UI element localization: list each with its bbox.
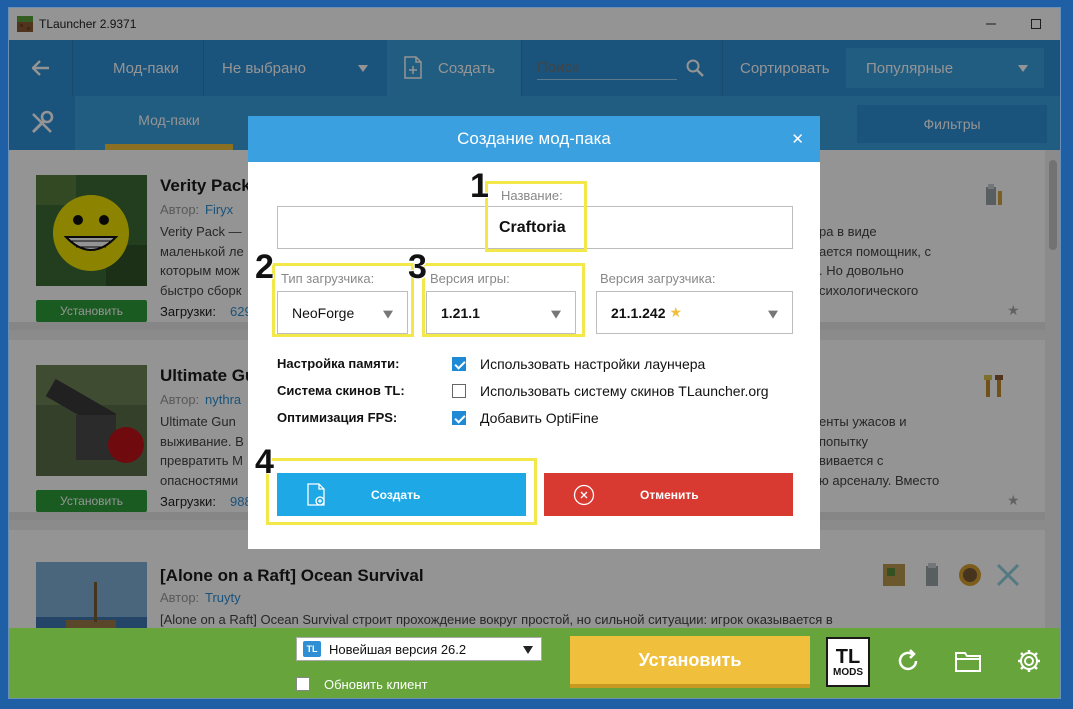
tl-mods-logo-bottom: MODS <box>833 666 863 678</box>
cancel-button[interactable]: Отменить <box>544 473 793 516</box>
install-game-button[interactable]: Установить <box>570 636 810 688</box>
cancel-circle-icon <box>573 484 595 505</box>
refresh-icon[interactable] <box>896 649 920 673</box>
update-client-checkbox[interactable] <box>296 677 310 691</box>
memory-label: Настройка памяти: <box>277 356 400 371</box>
cancel-button-label: Отменить <box>640 487 699 502</box>
gear-icon[interactable] <box>1016 648 1042 674</box>
skins-checkbox[interactable] <box>452 384 466 398</box>
fps-checkbox[interactable] <box>452 411 466 425</box>
caret-down-icon <box>768 310 778 319</box>
memory-option[interactable]: Использовать настройки лаунчера <box>480 356 705 372</box>
bottom-bar: TL Новейшая версия 26.2 Обновить клиент … <box>9 628 1060 698</box>
loader-version-value: 21.1.242 <box>611 304 666 321</box>
loader-version-label: Версия загрузчика: <box>600 271 716 286</box>
skins-label: Система скинов TL: <box>277 383 405 398</box>
highlight-game-version <box>422 263 585 337</box>
fps-label: Оптимизация FPS: <box>277 410 398 425</box>
folder-icon[interactable] <box>955 650 981 672</box>
highlight-create-button <box>266 458 537 525</box>
dialog-title: Создание мод-пака <box>248 116 820 162</box>
fps-option[interactable]: Добавить OptiFine <box>480 410 599 426</box>
highlight-name <box>485 181 587 252</box>
version-select[interactable]: TL Новейшая версия 26.2 <box>296 637 542 661</box>
tl-version-icon: TL <box>303 641 321 657</box>
step-number-4: 4 <box>255 443 274 481</box>
recommended-star-icon: ★ <box>669 304 683 320</box>
step-number-2: 2 <box>255 248 274 286</box>
step-number-3: 3 <box>408 248 427 286</box>
tl-mods-logo[interactable]: TL MODS <box>826 637 870 687</box>
tl-mods-logo-top: TL <box>835 645 861 668</box>
step-number-1: 1 <box>470 167 489 205</box>
dialog-close-icon[interactable]: ✕ <box>791 130 804 148</box>
caret-down-icon <box>523 646 533 654</box>
update-client-label: Обновить клиент <box>324 677 428 692</box>
highlight-loader-type <box>272 263 414 337</box>
memory-checkbox[interactable] <box>452 357 466 371</box>
skins-option[interactable]: Использовать систему скинов TLauncher.or… <box>480 383 769 399</box>
loader-version-select[interactable]: 21.1.242 ★ <box>596 291 793 334</box>
version-select-value: Новейшая версия 26.2 <box>329 641 467 657</box>
